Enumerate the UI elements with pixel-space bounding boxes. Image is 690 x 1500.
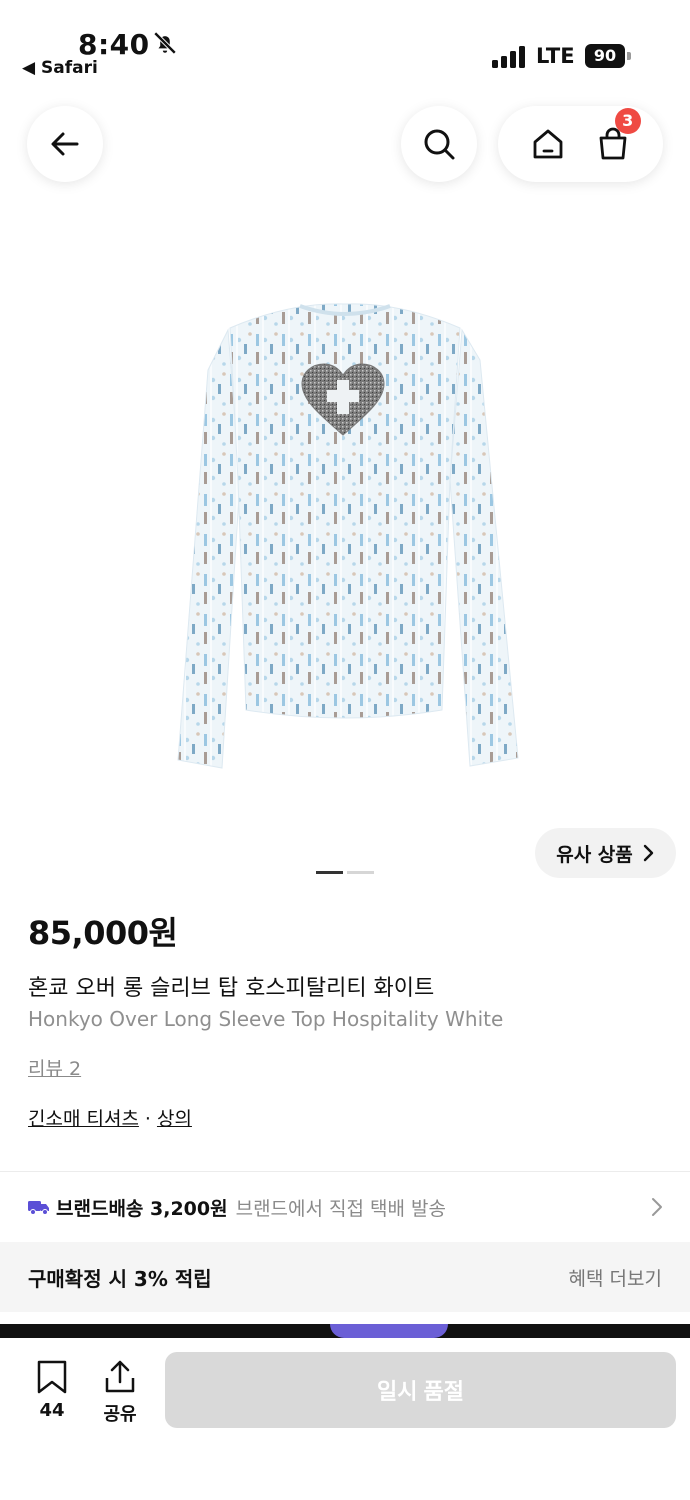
category-tops-link[interactable]: 상의 bbox=[157, 1108, 192, 1130]
cart-count-badge: 3 bbox=[614, 108, 641, 134]
back-to-safari[interactable]: ◀ Safari bbox=[22, 58, 98, 78]
carousel-indicator bbox=[316, 871, 374, 874]
product-image[interactable] bbox=[150, 290, 540, 790]
similar-products-label: 유사 상품 bbox=[556, 843, 633, 866]
back-button[interactable] bbox=[27, 106, 103, 182]
battery-level: 90 bbox=[585, 44, 625, 68]
banner-strip bbox=[0, 1324, 690, 1338]
chevron-right-icon bbox=[643, 844, 653, 862]
review-link[interactable]: 리뷰 2 bbox=[28, 1054, 81, 1081]
delivery-description: 브랜드에서 직접 택배 발송 bbox=[235, 1197, 446, 1220]
category-long-sleeve-link[interactable]: 긴소매 티셔츠 bbox=[28, 1108, 139, 1130]
truck-icon bbox=[28, 1201, 49, 1215]
arrow-left-icon bbox=[51, 132, 79, 156]
search-button[interactable] bbox=[401, 106, 477, 182]
cart-button[interactable]: 3 bbox=[593, 108, 641, 164]
delivery-label: 브랜드배송 3,200원 bbox=[56, 1197, 228, 1220]
bookmark-button[interactable]: 44 bbox=[30, 1360, 74, 1421]
status-time: 8:40 bbox=[78, 28, 150, 61]
share-button[interactable]: 공유 bbox=[98, 1360, 142, 1426]
bookmark-count: 44 bbox=[39, 1400, 65, 1421]
bottom-action-bar: 44 공유 일시 품절 bbox=[0, 1338, 690, 1500]
chevron-right-icon bbox=[652, 1198, 662, 1216]
delivery-info-row[interactable]: 브랜드배송 3,200원 브랜드에서 직접 택배 발송 bbox=[0, 1172, 690, 1242]
benefit-more-link[interactable]: 혜택 더보기 bbox=[569, 1264, 662, 1291]
network-label: LTE bbox=[536, 44, 575, 68]
share-label: 공유 bbox=[103, 1404, 137, 1425]
search-icon bbox=[424, 129, 455, 160]
sold-out-button[interactable]: 일시 품절 bbox=[165, 1352, 676, 1428]
bookmark-icon bbox=[37, 1360, 67, 1394]
carousel-dot bbox=[347, 871, 374, 874]
share-icon bbox=[105, 1360, 135, 1393]
home-button[interactable] bbox=[528, 124, 568, 164]
benefit-row: 구매확정 시 3% 적립 혜택 더보기 bbox=[0, 1242, 690, 1312]
home-cart-group: 3 bbox=[498, 106, 663, 182]
product-title-english: Honkyo Over Long Sleeve Top Hospitality … bbox=[28, 1007, 504, 1031]
benefit-label: 구매확정 시 3% 적립 bbox=[28, 1266, 212, 1291]
category-separator: · bbox=[144, 1108, 151, 1130]
category-breadcrumb: 긴소매 티셔츠 · 상의 bbox=[28, 1104, 192, 1131]
bell-off-icon bbox=[153, 31, 177, 55]
battery-icon: 90 bbox=[585, 44, 631, 68]
carousel-dot-active bbox=[316, 871, 343, 874]
similar-products-button[interactable]: 유사 상품 bbox=[535, 828, 676, 878]
signal-icon bbox=[492, 46, 525, 68]
status-bar: 8:40 ◀ Safari LTE 90 bbox=[0, 0, 690, 90]
product-title-korean: 혼쿄 오버 롱 슬리브 탑 호스피탈리티 화이트 bbox=[28, 976, 435, 1001]
home-icon bbox=[533, 129, 563, 159]
product-price: 85,000원 bbox=[28, 914, 178, 952]
